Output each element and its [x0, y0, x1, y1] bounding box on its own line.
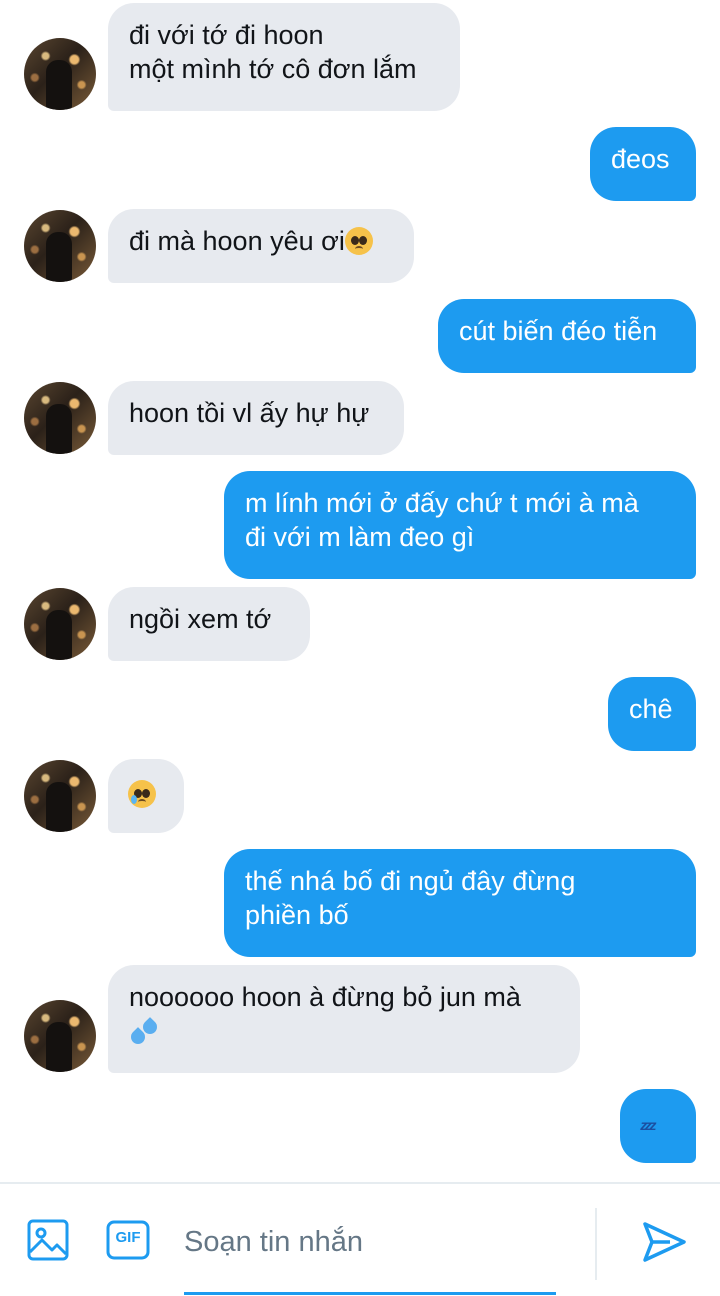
avatar[interactable] [24, 382, 96, 454]
message-text: đi với tớ đi hoon [129, 20, 324, 50]
message-bubble-outgoing[interactable]: thế nhá bố đi ngủ đây đừng phiền bố [224, 849, 696, 957]
message-bubble-outgoing[interactable]: m lính mới ở đấy chứ t mới à mà đi với m… [224, 471, 696, 579]
message-composer: GIF [0, 1182, 720, 1296]
avatar[interactable] [24, 1000, 96, 1072]
message-text: chê [629, 694, 673, 724]
image-icon [27, 1219, 69, 1261]
message-text: phiền bố [245, 900, 349, 930]
avatar[interactable] [24, 210, 96, 282]
message-text: đi mà hoon yêu ơi [129, 226, 345, 256]
avatar[interactable] [24, 38, 96, 110]
message-text: một mình tớ cô đơn lắm [129, 54, 417, 84]
gif-button[interactable]: GIF [106, 1220, 150, 1260]
zzz-emoji: ᶻᶻᶻ [640, 1118, 656, 1140]
message-text: ngồi xem tớ [129, 604, 272, 634]
pleading-face-emoji [344, 227, 373, 255]
message-text: cút biến đéo tiễn [459, 316, 658, 346]
message-bubble-outgoing[interactable]: đeos [590, 127, 696, 201]
message-bubble-outgoing[interactable]: cút biến đéo tiễn [438, 299, 696, 373]
message-bubble-incoming[interactable]: đi với tớ đi hoon một mình tớ cô đơn lắm [108, 3, 460, 111]
image-upload-button[interactable] [26, 1218, 70, 1262]
divider [595, 1208, 597, 1280]
send-button[interactable] [640, 1218, 688, 1266]
message-text: m lính mới ở đấy chứ t mới à mà [245, 488, 639, 518]
crying-face-emoji [128, 780, 156, 808]
message-input[interactable] [184, 1220, 556, 1264]
message-text: đi với m làm đeo gì [245, 522, 475, 552]
message-bubble-outgoing[interactable]: chê [608, 677, 696, 751]
message-text: hoon tồi vl ấy hự hự [129, 398, 370, 428]
message-thread: đi với tớ đi hoon một mình tớ cô đơn lắm… [0, 0, 720, 1182]
message-bubble-outgoing[interactable]: ᶻᶻᶻ [620, 1089, 696, 1163]
message-bubble-incoming[interactable] [108, 759, 184, 833]
message-bubble-incoming[interactable]: noooooo hoon à đừng bỏ jun mà [108, 965, 580, 1073]
message-bubble-incoming[interactable]: hoon tồi vl ấy hự hự [108, 381, 404, 455]
avatar[interactable] [24, 588, 96, 660]
message-text: thế nhá bố đi ngủ đây đừng [245, 866, 576, 896]
message-bubble-incoming[interactable]: ngồi xem tớ [108, 587, 310, 661]
message-text: đeos [611, 144, 670, 174]
message-input-wrapper [184, 1220, 556, 1295]
message-bubble-incoming[interactable]: đi mà hoon yêu ơi [108, 209, 414, 283]
avatar[interactable] [24, 760, 96, 832]
gif-label: GIF [115, 1229, 141, 1246]
send-icon [643, 1222, 686, 1262]
message-text: noooooo hoon à đừng bỏ jun mà [129, 982, 521, 1012]
sweat-droplets-emoji [128, 1016, 160, 1047]
